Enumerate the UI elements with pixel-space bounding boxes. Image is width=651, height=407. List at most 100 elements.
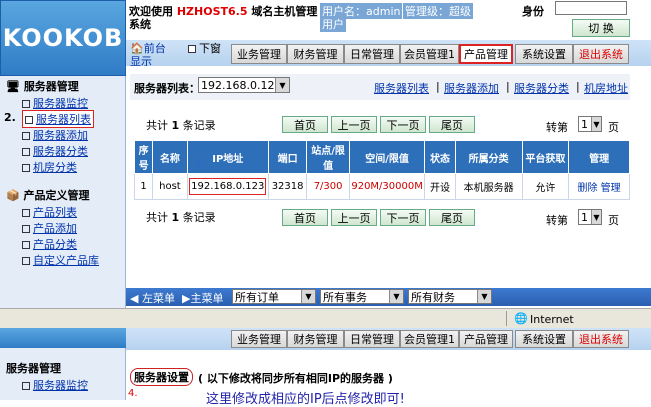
affairs-select[interactable]: 所有事务 ▼ [320,289,404,304]
tab-daily[interactable]: 日常管理 [344,44,400,64]
cell-manage-links[interactable]: 删除 管理 [568,173,630,200]
sidebar-group-servers[interactable]: 🖥 服务器管理 [6,78,79,94]
cell-ip: 192.168.0.123 [186,173,269,200]
sidebar-item-custom-library[interactable]: 自定义产品库 [22,252,99,268]
next-page-button[interactable]: 下一页 [380,116,426,133]
finance-select[interactable]: 所有财务 ▼ [408,289,492,304]
prev-page-button[interactable]: 上一页 [331,116,377,133]
list-bar: 服务器列表： 192.168.0.123 ▼ 服务器列表 | 服务器添加 | 服务… [130,74,630,100]
sidebar-item-product-category[interactable]: 产品分类 [22,236,77,252]
identity-label: 身份 [522,5,544,18]
server-icon: 🖥 [6,80,20,93]
logo-strip [0,328,126,348]
next-page-button[interactable]: 下一页 [380,209,426,226]
tab-finance[interactable]: 财务管理 [287,44,344,64]
orders-select[interactable]: 所有订单 ▼ [232,289,316,304]
tab-members[interactable]: 会员管理1 [400,330,459,348]
sidebar-item-product-list[interactable]: 产品列表 [22,204,77,220]
tab-finance[interactable]: 财务管理 [287,330,344,348]
first-page-button[interactable]: 首页 [282,116,328,133]
chevron-down-icon: ▼ [275,78,289,92]
globe-icon: 🌐 [514,312,528,325]
sidebar-item-server-add[interactable]: 服务器添加 [22,127,88,143]
divider [506,311,507,326]
tab-settings[interactable]: 系统设置 [515,44,573,64]
tab-daily[interactable]: 日常管理 [344,330,400,348]
link-server-list[interactable]: 服务器列表 [374,80,429,96]
sidebar-item-server-monitor[interactable]: 服务器监控 [22,377,88,393]
sidebar-item-product-add[interactable]: 产品添加 [22,220,77,236]
second-window: 业务管理 财务管理 日常管理 会员管理1 产品管理 系统设置 退出系统 服务器管… [0,328,651,407]
tab-products[interactable]: 产品管理 [459,44,513,64]
link-room-address[interactable]: 机房地址 [584,80,628,96]
cell-status: 开设 [424,173,456,200]
col-no: 序号 [133,140,154,174]
level-label: 管理级：超级 [403,3,473,19]
table-row: 1 host 192.168.0.123 32318 7/300 920M/30… [133,173,630,200]
col-status: 状态 [424,140,456,174]
tab-members[interactable]: 会员管理1 [400,44,459,64]
sidebar-2: 服务器管理 服务器监控 [0,348,126,400]
goto-label: 转第 [546,214,568,227]
last-page-button[interactable]: 尾页 [429,209,475,226]
cell-fetch: 允许 [521,173,570,200]
list-label: 服务器列表： [134,82,200,95]
sidebar-group-servers[interactable]: 服务器管理 [6,360,61,376]
goto-label: 转第 [546,121,568,134]
link-server-category[interactable]: 服务器分类 [514,80,569,96]
cell-space: 920M/30000M [348,173,426,200]
main-menu-link[interactable]: ▶主菜单 [182,290,223,306]
ip-select[interactable]: 192.168.0.123 ▼ [198,77,290,93]
sidebar-item-room-category[interactable]: 机房分类 [22,159,77,175]
last-page-button[interactable]: 尾页 [429,116,475,133]
cell-port: 32318 [267,173,308,200]
sidebar-item-server-category[interactable]: 服务器分类 [22,143,88,159]
tab-business[interactable]: 业务管理 [231,44,287,64]
browser-status-bar: 🌐 Internet [0,308,651,328]
zone-label: Internet [530,313,574,326]
ip-value: 192.168.0.123 [189,178,267,195]
separator: | [576,80,580,93]
chevron-down-icon: ▼ [477,290,491,303]
left-menu-link[interactable]: ◀ 左菜单 [130,290,175,306]
page-suffix: 页 [608,121,619,134]
link-server-add[interactable]: 服务器添加 [444,80,499,96]
cell-no: 1 [133,173,154,200]
welcome-text: 欢迎使用 HZHOST6.5 域名主机管理 [129,5,318,18]
cell-category: 本机服务器 [454,173,523,200]
quick-nav-bar: ◀ 左菜单 ▶主菜单 所有订单 ▼ 所有事务 ▼ 所有财务 ▼ [126,288,651,306]
separator: | [436,80,440,93]
col-sites: 站点/限值 [306,140,350,174]
separator: | [506,80,510,93]
system-text: 系统 [129,18,151,31]
record-count-top: 共计 1 条记录 [146,119,216,132]
first-page-button[interactable]: 首页 [282,209,328,226]
new-window-checkbox[interactable]: 下窗 [188,40,221,56]
page-select[interactable]: 1 ▼ [578,209,602,225]
col-manage: 管理 [568,140,630,174]
role-label: 用户 [320,16,346,32]
tab-products[interactable]: 产品管理 [459,330,513,348]
sidebar-group-products[interactable]: 📦 产品定义管理 [6,187,90,203]
tab-logout[interactable]: 退出系统 [573,330,629,348]
sidebar-item-server-monitor[interactable]: 服务器监控 [22,95,88,111]
tab-settings[interactable]: 系统设置 [515,330,573,348]
marker-3: 3. [194,158,204,169]
col-port: 端口 [267,140,308,174]
cell-sites: 7/300 [306,173,350,200]
chevron-down-icon: ▼ [591,117,601,131]
page-select[interactable]: 1 ▼ [578,116,602,132]
record-count-bottom: 共计 1 条记录 [146,211,216,224]
tab-logout[interactable]: 退出系统 [573,44,629,64]
switch-button[interactable]: 切 换 [572,19,630,37]
marker-2: 2. [4,111,16,124]
prev-page-button[interactable]: 上一页 [331,209,377,226]
col-fetch: 平台获取 [521,140,570,174]
tab-business[interactable]: 业务管理 [231,330,287,348]
identity-select[interactable] [555,1,627,15]
chevron-down-icon: ▼ [389,290,403,303]
server-settings-title: 服务器设置 [130,368,193,386]
sidebar-item-server-list[interactable]: 服务器列表 [22,110,94,128]
server-table: 序号 名称 IP地址 端口 站点/限值 空间/限值 状态 所属分类 平台获取 管… [133,140,630,200]
chevron-down-icon: ▼ [301,290,315,303]
